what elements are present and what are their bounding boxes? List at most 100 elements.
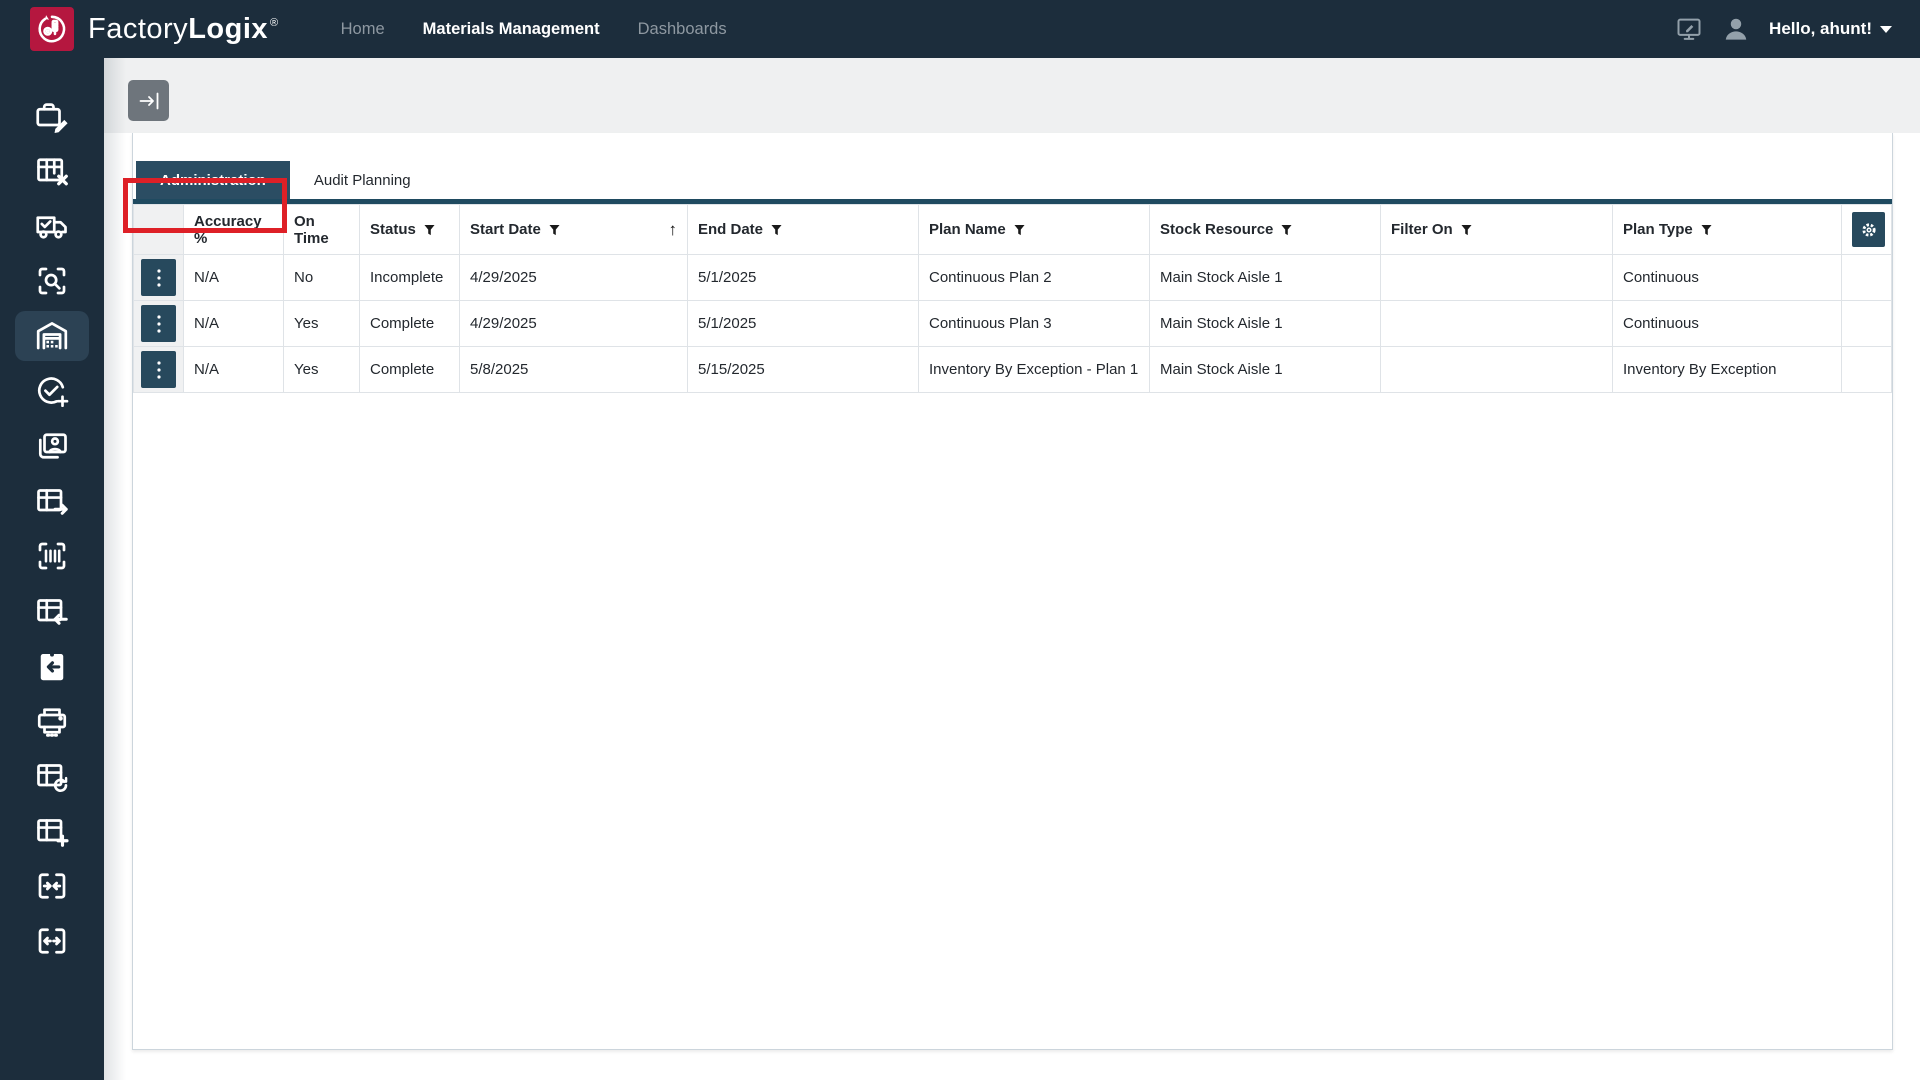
user-greeting: Hello, ahunt! bbox=[1769, 19, 1872, 39]
remote-display-icon[interactable] bbox=[1675, 15, 1703, 43]
kebab-menu-icon bbox=[156, 268, 162, 288]
cell-filter-on bbox=[1381, 301, 1613, 347]
row-menu-button[interactable] bbox=[141, 259, 176, 296]
filter-icon[interactable] bbox=[424, 224, 435, 236]
grid-settings-button[interactable] bbox=[1852, 212, 1885, 247]
cell-status: Incomplete bbox=[360, 255, 460, 301]
row-menu-button[interactable] bbox=[141, 351, 176, 388]
gear-icon bbox=[1859, 220, 1879, 240]
filter-icon[interactable] bbox=[1701, 224, 1712, 236]
left-icon-sidebar bbox=[0, 58, 104, 1080]
sidebar-item-clipboard-return[interactable] bbox=[15, 641, 89, 691]
sidebar-item-table-remove[interactable] bbox=[15, 146, 89, 196]
id-card-icon bbox=[34, 428, 70, 464]
cell-on-time: Yes bbox=[284, 347, 360, 393]
barcode-scan-icon bbox=[34, 538, 70, 574]
filter-icon[interactable] bbox=[549, 224, 560, 236]
table-row[interactable]: N/A Yes Complete 5/8/2025 5/15/2025 Inve… bbox=[134, 347, 1892, 393]
audit-plans-table: Accuracy % On Time Status Start Date ↑ E… bbox=[133, 204, 1892, 393]
cell-plan-type: Continuous bbox=[1613, 301, 1842, 347]
sidebar-item-scan-search[interactable] bbox=[15, 256, 89, 306]
cell-start-date: 5/8/2025 bbox=[460, 347, 688, 393]
table-remove-icon bbox=[34, 153, 70, 189]
sidebar-item-job-edit[interactable] bbox=[15, 91, 89, 141]
kebab-menu-icon bbox=[156, 314, 162, 334]
filter-icon[interactable] bbox=[771, 224, 782, 236]
nav-dashboards[interactable]: Dashboards bbox=[638, 20, 727, 39]
factorylogix-logo-icon[interactable] bbox=[30, 7, 74, 51]
column-header-plan-name[interactable]: Plan Name bbox=[919, 205, 1150, 255]
cell-settings-spacer bbox=[1842, 301, 1892, 347]
sidebar-item-id-card[interactable] bbox=[15, 421, 89, 471]
kebab-menu-icon bbox=[156, 360, 162, 380]
column-header-stock-resource[interactable]: Stock Resource bbox=[1150, 205, 1381, 255]
sidebar-item-check-add[interactable] bbox=[15, 366, 89, 416]
toolbar-strip bbox=[104, 58, 1920, 133]
chevron-down-icon bbox=[1880, 26, 1892, 33]
arrow-to-bar-icon bbox=[137, 89, 161, 113]
sidebar-item-table-refresh[interactable] bbox=[15, 751, 89, 801]
column-header-start-date[interactable]: Start Date ↑ bbox=[460, 205, 688, 255]
tab-administration[interactable]: Administration bbox=[136, 161, 290, 199]
brand-word-factory: Factory bbox=[88, 13, 188, 46]
user-avatar-icon[interactable] bbox=[1721, 14, 1751, 44]
column-header-plan-type[interactable]: Plan Type bbox=[1613, 205, 1842, 255]
cell-accuracy: N/A bbox=[184, 255, 284, 301]
collapse-panel-button[interactable] bbox=[128, 80, 169, 121]
cell-stock-resource: Main Stock Aisle 1 bbox=[1150, 255, 1381, 301]
column-header-accuracy: Accuracy % bbox=[184, 205, 284, 255]
cell-stock-resource: Main Stock Aisle 1 bbox=[1150, 347, 1381, 393]
column-header-filter-on[interactable]: Filter On bbox=[1381, 205, 1613, 255]
sidebar-shadow bbox=[104, 58, 126, 1080]
cell-end-date: 5/1/2025 bbox=[688, 255, 919, 301]
brand-wordmark: FactoryLogix® bbox=[88, 13, 279, 46]
cell-plan-name: Continuous Plan 3 bbox=[919, 301, 1150, 347]
column-header-status[interactable]: Status bbox=[360, 205, 460, 255]
sidebar-item-truck-check[interactable] bbox=[15, 201, 89, 251]
sidebar-item-table-add[interactable] bbox=[15, 806, 89, 856]
sidebar-item-printer[interactable] bbox=[15, 696, 89, 746]
table-refresh-icon bbox=[34, 758, 70, 794]
table-add-icon bbox=[34, 813, 70, 849]
filter-icon[interactable] bbox=[1281, 224, 1292, 236]
cell-accuracy: N/A bbox=[184, 301, 284, 347]
expand-horizontal-icon bbox=[34, 923, 70, 959]
truck-check-icon bbox=[34, 208, 70, 244]
filter-icon[interactable] bbox=[1461, 224, 1472, 236]
sidebar-item-collapse-horizontal[interactable] bbox=[15, 861, 89, 911]
tab-audit-planning[interactable]: Audit Planning bbox=[290, 161, 435, 199]
cell-plan-type: Continuous bbox=[1613, 255, 1842, 301]
cell-on-time: No bbox=[284, 255, 360, 301]
sidebar-item-warehouse[interactable] bbox=[15, 311, 89, 361]
registered-mark: ® bbox=[270, 17, 279, 29]
scan-search-icon bbox=[34, 263, 70, 299]
cell-plan-name: Inventory By Exception - Plan 1 bbox=[919, 347, 1150, 393]
clipboard-return-icon bbox=[34, 648, 70, 684]
navbar-right: Hello, ahunt! bbox=[1675, 14, 1892, 44]
sort-ascending-icon: ↑ bbox=[669, 220, 678, 240]
column-header-end-date[interactable]: End Date bbox=[688, 205, 919, 255]
cell-settings-spacer bbox=[1842, 255, 1892, 301]
cell-accuracy: N/A bbox=[184, 347, 284, 393]
cell-status: Complete bbox=[360, 301, 460, 347]
cell-status: Complete bbox=[360, 347, 460, 393]
nav-materials-management[interactable]: Materials Management bbox=[423, 20, 600, 39]
sidebar-item-table-import[interactable] bbox=[15, 586, 89, 636]
sidebar-item-expand-horizontal[interactable] bbox=[15, 916, 89, 966]
column-header-on-time: On Time bbox=[284, 205, 360, 255]
table-import-icon bbox=[34, 593, 70, 629]
user-menu[interactable]: Hello, ahunt! bbox=[1769, 19, 1892, 39]
column-header-handle bbox=[134, 205, 184, 255]
collapse-horizontal-icon bbox=[34, 868, 70, 904]
filter-icon[interactable] bbox=[1014, 224, 1025, 236]
primary-nav: Home Materials Management Dashboards bbox=[341, 20, 727, 39]
sidebar-item-barcode-scan[interactable] bbox=[15, 531, 89, 581]
sidebar-item-table-export[interactable] bbox=[15, 476, 89, 526]
cell-settings-spacer bbox=[1842, 347, 1892, 393]
table-row[interactable]: N/A Yes Complete 4/29/2025 5/1/2025 Cont… bbox=[134, 301, 1892, 347]
nav-home[interactable]: Home bbox=[341, 20, 385, 39]
cell-on-time: Yes bbox=[284, 301, 360, 347]
table-row[interactable]: N/A No Incomplete 4/29/2025 5/1/2025 Con… bbox=[134, 255, 1892, 301]
row-menu-button[interactable] bbox=[141, 305, 176, 342]
top-navbar: FactoryLogix® Home Materials Management … bbox=[0, 0, 1920, 58]
